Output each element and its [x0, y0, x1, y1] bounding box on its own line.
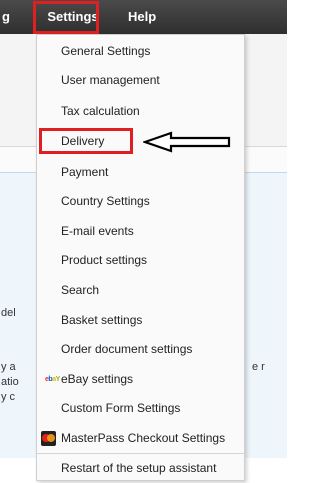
menu-item-label: eBay settings: [61, 372, 134, 386]
menu-item-restart-setup-assistant[interactable]: Restart of the setup assistant: [37, 453, 244, 483]
page-text-fragment: atio: [1, 376, 19, 388]
page-text-fragment: y c: [1, 391, 16, 403]
menu-item-label: MasterPass Checkout Settings: [61, 431, 226, 445]
masterpass-icon: [41, 431, 56, 446]
menu-item-tax-calculation[interactable]: Tax calculation: [37, 97, 244, 126]
menu-item-masterpass-checkout-settings[interactable]: MasterPass Checkout Settings: [37, 424, 244, 453]
settings-dropdown-menu: General Settings User management Tax cal…: [36, 34, 245, 481]
arrow-left-icon: [143, 131, 231, 153]
menu-item-general-settings[interactable]: General Settings: [37, 37, 244, 66]
menu-item-label: Country Settings: [61, 194, 150, 208]
menu-item-ebay-settings[interactable]: ebaY eBay settings: [37, 365, 244, 394]
ebay-logo-letter: Y: [55, 376, 61, 383]
menu-item-partial[interactable]: g: [2, 0, 10, 34]
page-text-fragment: del: [1, 307, 16, 319]
menu-item-product-settings[interactable]: Product settings: [37, 246, 244, 275]
menu-item-label: Order document settings: [61, 342, 193, 356]
menu-item-label: Product settings: [61, 253, 148, 267]
menu-item-email-events[interactable]: E-mail events: [37, 217, 244, 246]
menu-item-label: Payment: [61, 165, 109, 179]
menu-item-label: Search: [61, 283, 100, 297]
menu-item-basket-settings[interactable]: Basket settings: [37, 306, 244, 335]
menu-item-payment[interactable]: Payment: [37, 158, 244, 187]
menu-item-label: E-mail events: [61, 224, 134, 238]
menu-item-order-document-settings[interactable]: Order document settings: [37, 335, 244, 364]
menu-item-label: User management: [61, 73, 160, 87]
page-text-fragment: e r: [252, 361, 265, 373]
menu-item-search[interactable]: Search: [37, 276, 244, 305]
menu-item-help[interactable]: Help: [128, 0, 156, 34]
ebay-icon: ebaY: [45, 365, 60, 394]
menu-item-label: Custom Form Settings: [61, 401, 181, 415]
menu-item-label: Tax calculation: [61, 104, 140, 118]
menu-item-label: Restart of the setup assistant: [61, 461, 217, 475]
menu-item-label: General Settings: [61, 44, 151, 58]
settings-highlight-box: [33, 1, 99, 34]
delivery-highlight-box: [39, 128, 133, 154]
menu-item-label: Basket settings: [61, 313, 143, 327]
menu-item-custom-form-settings[interactable]: Custom Form Settings: [37, 394, 244, 423]
page-text-fragment: y a: [1, 361, 16, 373]
menu-item-user-management[interactable]: User management: [37, 66, 244, 95]
menu-item-country-settings[interactable]: Country Settings: [37, 187, 244, 216]
